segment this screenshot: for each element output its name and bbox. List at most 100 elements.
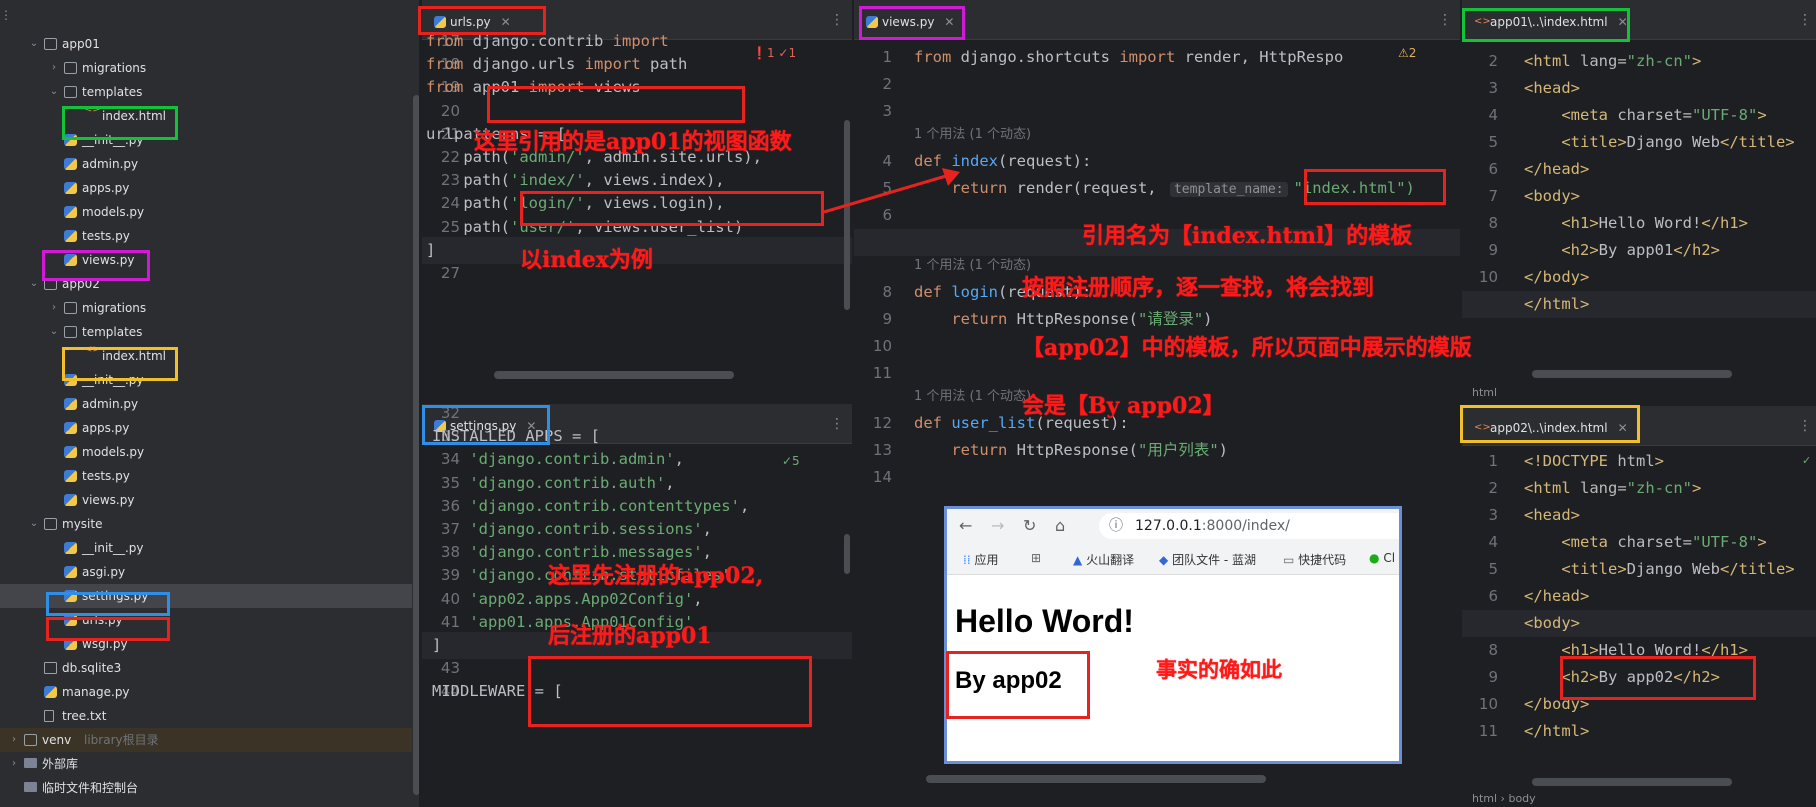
line-number[interactable]: 3 — [1462, 75, 1512, 102]
line-number[interactable]: 5 — [1462, 129, 1512, 156]
code-token: def — [914, 414, 952, 432]
vertical-scrollbar[interactable] — [844, 534, 850, 574]
tree-item-venv[interactable]: › venv library根目录 — [0, 728, 412, 752]
chevron-right-icon[interactable]: › — [8, 728, 20, 752]
tree-item--init-py[interactable]: __init__.py — [0, 536, 412, 560]
breadcrumb-html[interactable]: html — [1472, 792, 1497, 805]
line-number[interactable]: 7 — [1462, 183, 1512, 210]
line-number[interactable]: 14 — [854, 464, 906, 491]
line-number[interactable]: 11 — [854, 360, 906, 387]
site-info-icon[interactable]: ⓘ — [1109, 513, 1123, 539]
line-number[interactable]: 13 — [854, 437, 906, 464]
line-number[interactable]: 27 — [422, 260, 474, 287]
line-number[interactable]: 2 — [1462, 48, 1512, 75]
more-options-icon[interactable]: ⋮ — [830, 416, 844, 432]
usage-hint[interactable]: 1 个用法 (1 个动态) — [914, 256, 1031, 276]
bookmark-lanhu[interactable]: ◆ 团队文件 - 蓝湖 — [1159, 551, 1256, 568]
horizontal-scrollbar[interactable] — [926, 775, 1266, 783]
line-number[interactable]: 8 — [1462, 637, 1512, 664]
horizontal-scrollbar[interactable] — [494, 371, 734, 379]
chevron-down-icon[interactable]: ⌄ — [28, 32, 40, 56]
line-number[interactable]: 12 — [854, 410, 906, 437]
tree-item-models-py[interactable]: models.py — [0, 200, 412, 224]
breadcrumb-body[interactable]: body — [1508, 792, 1535, 805]
tree-item-templates[interactable]: ⌄ templates — [0, 320, 412, 344]
tree-item--[interactable]: 临时文件和控制台 — [0, 776, 412, 800]
line-number[interactable]: 3 — [854, 98, 906, 125]
tree-item-admin-py[interactable]: admin.py — [0, 152, 412, 176]
tree-item-tree-txt[interactable]: tree.txt — [0, 704, 412, 728]
tree-item-tests-py[interactable]: tests.py — [0, 464, 412, 488]
usage-hint[interactable]: 1 个用法 (1 个动态) — [914, 125, 1031, 145]
forward-icon[interactable]: → — [991, 516, 1004, 535]
line-number[interactable]: 10 — [854, 333, 906, 360]
tree-item-tests-py[interactable]: tests.py — [0, 224, 412, 248]
line-number[interactable]: 2 — [1462, 475, 1512, 502]
inspection-widget[interactable]: ⚠2 — [1398, 46, 1416, 60]
line-number[interactable]: 10 — [1462, 264, 1512, 291]
tree-scrollbar[interactable] — [413, 95, 419, 795]
more-options-icon[interactable]: ⋮ — [1798, 418, 1812, 434]
tree-item-migrations[interactable]: › migrations — [0, 296, 412, 320]
tree-item-asgi-py[interactable]: asgi.py — [0, 560, 412, 584]
line-number[interactable]: 1 — [854, 44, 906, 71]
chevron-down-icon[interactable]: ⌄ — [48, 80, 60, 104]
tree-item-manage-py[interactable]: manage.py — [0, 680, 412, 704]
tree-item-apps-py[interactable]: apps.py — [0, 176, 412, 200]
line-number[interactable]: 4 — [1462, 102, 1512, 129]
tree-item-templates[interactable]: ⌄ templates — [0, 80, 412, 104]
tree-item-migrations[interactable]: › migrations — [0, 56, 412, 80]
inspection-widget[interactable]: ✓5 — [782, 454, 800, 468]
inspection-widget[interactable]: ❗1 ✓1 — [752, 46, 796, 60]
chevron-right-icon[interactable]: › — [48, 296, 60, 320]
code-token: 'app02.apps.App02Config' — [469, 589, 694, 608]
line-number[interactable]: 8 — [1462, 210, 1512, 237]
tree-item--[interactable]: › 外部库 — [0, 752, 412, 776]
line-number[interactable]: 9 — [1462, 237, 1512, 264]
more-options-icon[interactable]: ⋮ — [1438, 12, 1452, 28]
tree-item-apps-py[interactable]: apps.py — [0, 416, 412, 440]
page-heading-h1: Hello Word! — [955, 603, 1134, 639]
line-number[interactable]: 8 — [854, 279, 906, 306]
line-number[interactable]: 1 — [1462, 448, 1512, 475]
code-token: ] — [426, 240, 436, 259]
chevron-right-icon[interactable]: › — [48, 56, 60, 80]
chevron-down-icon[interactable]: ⌄ — [48, 320, 60, 344]
usage-hint[interactable]: 1 个用法 (1 个动态) — [914, 387, 1031, 407]
code-token: "zh-cn" — [1626, 52, 1692, 70]
line-number[interactable]: 6 — [1462, 583, 1512, 610]
tree-item-app01[interactable]: ⌄ app01 — [0, 32, 412, 56]
chevron-down-icon[interactable]: ⌄ — [28, 512, 40, 536]
horizontal-scrollbar[interactable] — [1532, 778, 1732, 786]
bookmark-quick-code[interactable]: ▭ 快捷代码 — [1283, 551, 1346, 568]
home-icon[interactable]: ⌂ — [1055, 516, 1065, 535]
tree-item-views-py[interactable]: views.py — [0, 488, 412, 512]
line-number[interactable]: 6 — [1462, 156, 1512, 183]
line-number[interactable]: 3 — [1462, 502, 1512, 529]
line-number[interactable]: 5 — [1462, 556, 1512, 583]
breadcrumb-html[interactable]: html — [1472, 386, 1497, 399]
reload-icon[interactable]: ↻ — [1023, 516, 1036, 535]
horizontal-scrollbar[interactable] — [1532, 370, 1732, 378]
tree-item-admin-py[interactable]: admin.py — [0, 392, 412, 416]
more-options-icon[interactable]: ⋮ — [1798, 12, 1812, 28]
line-number[interactable]: 10 — [1462, 691, 1512, 718]
back-icon[interactable]: ← — [959, 516, 972, 535]
tree-collapse-icon[interactable]: ⋮ — [0, 8, 14, 22]
address-bar[interactable]: ⓘ 127.0.0.1:8000/index/ — [1099, 513, 1399, 539]
tree-item-db-sqlite3[interactable]: db.sqlite3 — [0, 656, 412, 680]
line-number[interactable]: 2 — [854, 71, 906, 98]
tree-item-mysite[interactable]: ⌄ mysite — [0, 512, 412, 536]
grid-icon[interactable]: ⊞ — [1031, 551, 1041, 565]
line-number[interactable]: 9 — [1462, 664, 1512, 691]
bookmark-volcano-translate[interactable]: ▲ 火山翻译 — [1073, 551, 1134, 568]
bookmark-wechat[interactable]: ● Cl — [1369, 551, 1395, 565]
line-number[interactable]: 11 — [1462, 718, 1512, 745]
chevron-down-icon[interactable]: ⌄ — [28, 272, 40, 296]
line-number[interactable]: 4 — [1462, 529, 1512, 556]
line-number[interactable]: 9 — [854, 306, 906, 333]
chevron-right-icon[interactable]: › — [8, 752, 20, 776]
tree-item-models-py[interactable]: models.py — [0, 440, 412, 464]
more-options-icon[interactable]: ⋮ — [830, 12, 844, 28]
apps-bookmark[interactable]: ⁞⁞ 应用 — [963, 551, 998, 568]
